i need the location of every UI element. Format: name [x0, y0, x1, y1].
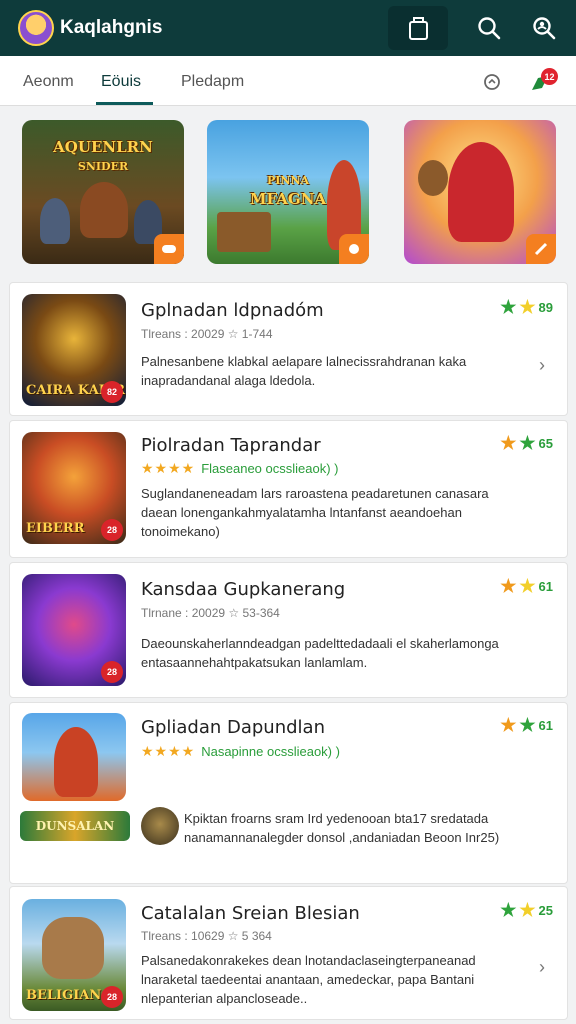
game-thumbnail: 28: [22, 574, 126, 686]
game-card[interactable]: EIBERR 28 Piolradan Taprandar ★★★★ Flase…: [9, 420, 568, 558]
star-icon: ★: [500, 433, 517, 453]
star-icon: ★: [519, 576, 536, 596]
rating-value: 25: [538, 902, 553, 918]
app-bar: Kaqlahgnis: [0, 0, 576, 56]
game-thumbnail: EIBERR 28: [22, 432, 126, 544]
game-description: Suglandaneneadam lars raroastena peadare…: [141, 486, 489, 539]
rating-value: 61: [538, 717, 553, 733]
rating-value: 61: [538, 578, 553, 594]
app-title: Kaqlahgnis: [60, 17, 163, 38]
rating: ★ ★ 61: [500, 716, 553, 734]
featured-badge: [154, 234, 184, 264]
game-title: Catalalan Sreian Blesian: [141, 903, 360, 924]
notification-badge: 12: [541, 68, 558, 85]
star-rating-row: ★★★★ Nasapinne ocsslieaok) ): [141, 743, 340, 760]
rating-value: 65: [538, 435, 553, 451]
game-meta: Tlreans : 20029 ☆ 1-744: [141, 327, 273, 341]
thumbnail-label: EIBERR: [26, 521, 85, 536]
featured-badge: [526, 234, 556, 264]
rating-value: 89: [538, 299, 553, 315]
featured-badge: [339, 234, 369, 264]
game-meta: Tlrnane : 20029 ☆ 53-364: [141, 606, 280, 620]
game-card[interactable]: 28 Kansdaa Gupkanerang Tlrnane : 20029 ☆…: [9, 562, 568, 698]
game-card[interactable]: CAIRA KAISR 82 Gplnadan ldpnadóm Tlreans…: [9, 282, 568, 416]
game-title: Gplnadan ldpnadóm: [141, 300, 324, 321]
thumbnail-badge: 28: [101, 661, 123, 683]
stars-icon: ★★★★: [141, 460, 196, 476]
tab-eouis[interactable]: Eöuis: [101, 73, 141, 91]
game-title: Kansdaa Gupkanerang: [141, 579, 346, 600]
thumbnail-badge: 28: [101, 519, 123, 541]
tool-icon: [534, 242, 548, 256]
game-title: Gpliadan Dapundlan: [141, 717, 325, 738]
game-thumbnail: BELIGIAN 28: [22, 899, 126, 1011]
featured-game-3[interactable]: [404, 120, 556, 264]
rating: ★ ★ 89: [500, 298, 553, 316]
rating: ★ ★ 65: [500, 434, 553, 452]
featured-title: AQUENLRN SNIDER: [53, 138, 153, 173]
chat-icon[interactable]: [480, 70, 504, 94]
active-tab-indicator: [96, 102, 153, 105]
star-icon: ★: [519, 433, 536, 453]
featured-art: [217, 212, 271, 252]
game-description: Daeounskaherlanndeadgan padelttedadaali …: [141, 636, 499, 670]
game-description: Kpiktan froarns sram Ird yedenooan bta17…: [184, 811, 500, 845]
search-person-icon: [533, 17, 556, 40]
thumbnail-badge: 82: [101, 381, 123, 403]
star-icon: ★: [519, 715, 536, 735]
featured-game-1[interactable]: AQUENLRN SNIDER: [22, 120, 184, 264]
game-card[interactable]: DUNSALAN Gpliadan Dapundlan ★★★★ Nasapin…: [9, 702, 568, 884]
game-thumbnail: [22, 713, 126, 801]
featured-art: [80, 182, 128, 238]
tab-pledapm[interactable]: Pledapm: [181, 73, 244, 91]
star-icon: ★: [500, 715, 517, 735]
bag-icon: [409, 17, 428, 40]
thumbnail-art: [42, 917, 104, 979]
featured-art: [448, 142, 514, 242]
game-meta: Tlreans : 10629 ☆ 5 364: [141, 929, 272, 943]
game-card[interactable]: BELIGIAN 28 Catalalan Sreian Blesian Tlr…: [9, 886, 568, 1020]
star-icon: ★: [519, 297, 536, 317]
search-person-button[interactable]: [524, 8, 564, 48]
avatar[interactable]: [18, 10, 54, 46]
thumbnail-label: BELIGIAN: [26, 988, 102, 1003]
star-icon: ★: [500, 297, 517, 317]
game-thumbnail: CAIRA KAISR 82: [22, 294, 126, 406]
tab-bar: Aeonm Eöuis Pledapm: [0, 56, 576, 106]
stars-text: Flaseaneo ocsslieaok) ): [201, 461, 339, 476]
game-title: Piolradan Taprandar: [141, 435, 321, 456]
search-icon: [478, 17, 501, 40]
stars-icon: ★★★★: [141, 743, 196, 759]
tool-icon: [349, 244, 359, 254]
author-avatar[interactable]: [141, 807, 179, 845]
rating: ★ ★ 61: [500, 577, 553, 595]
featured-game-2[interactable]: PINNA MFAGNA: [207, 120, 369, 264]
thumbnail-logo: DUNSALAN: [20, 811, 130, 841]
controller-icon: [162, 245, 176, 253]
star-icon: ★: [519, 900, 536, 920]
thumbnail-badge: 28: [101, 986, 123, 1008]
star-icon: ★: [500, 576, 517, 596]
star-rating-row: ★★★★ Flaseaneo ocsslieaok) ): [141, 460, 339, 477]
stars-text: Nasapinne ocsslieaok) ): [201, 744, 340, 759]
chevron-right-icon[interactable]: ›: [539, 355, 545, 376]
chevron-right-icon[interactable]: ›: [539, 957, 545, 978]
featured-art: [418, 160, 448, 196]
thumbnail-art: [54, 727, 98, 797]
star-icon: ★: [500, 900, 517, 920]
game-description: Palsanedakonrakekes dean lnotandaclasein…: [141, 953, 476, 1006]
bag-button[interactable]: [388, 6, 448, 50]
tab-aeonm[interactable]: Aeonm: [23, 73, 74, 91]
search-button[interactable]: [469, 8, 509, 48]
rating: ★ ★ 25: [500, 901, 553, 919]
featured-art: [40, 198, 70, 244]
game-description: Palnesanbene klabkal aelapare lalnecissr…: [141, 354, 467, 388]
